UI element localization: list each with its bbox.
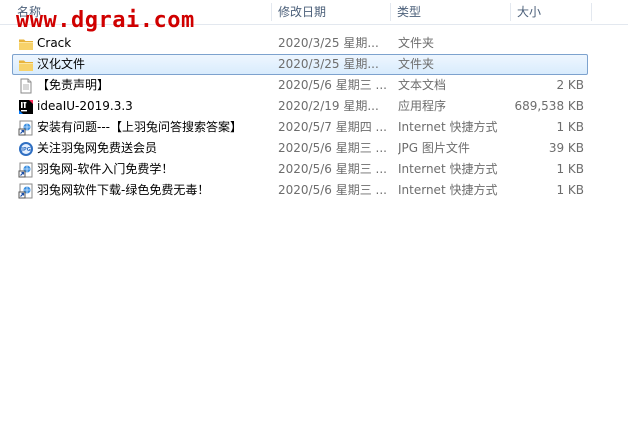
file-row[interactable]: ideaIU-2019.3.3 2020/2/19 星期... 应用程序 689,53… — [12, 96, 588, 117]
file-type: Internet 快捷方式 — [398, 183, 498, 197]
svg-text:JPG: JPG — [20, 147, 31, 153]
file-size: 1 KB — [556, 162, 584, 176]
file-size: 1 KB — [556, 183, 584, 197]
file-type: JPG 图片文件 — [398, 141, 470, 155]
file-row[interactable]: 羽兔网-软件入门免费学！ 2020/5/6 星期三 ... Internet 快捷方… — [12, 159, 588, 180]
column-header-type[interactable]: 类型 — [391, 0, 509, 24]
file-modified-date: 2020/5/6 星期三 ... — [278, 78, 387, 92]
file-name: Crack — [37, 36, 72, 50]
file-type: 应用程序 — [398, 99, 447, 113]
watermark-text: www.dgrai.com — [16, 8, 195, 33]
internet-shortcut-icon — [18, 120, 34, 136]
column-header-size[interactable]: 大小 — [511, 0, 591, 24]
internet-shortcut-icon — [18, 183, 34, 199]
file-name: 羽兔网-软件入门免费学！ — [37, 162, 174, 176]
file-modified-date: 2020/2/19 星期... — [278, 99, 379, 113]
file-type: Internet 快捷方式 — [398, 120, 498, 134]
file-size: 689,538 KB — [514, 99, 584, 113]
file-row[interactable]: 【免责声明】 2020/5/6 星期三 ... 文本文档 2 KB — [12, 75, 588, 96]
column-divider[interactable] — [591, 3, 592, 21]
file-row[interactable]: JPG 关注羽兔网免费送会员 2020/5/6 星期三 ... JPG 图片文件 39 … — [12, 138, 588, 159]
file-modified-date: 2020/5/7 星期四 ... — [278, 120, 387, 134]
internet-shortcut-icon — [18, 162, 34, 178]
file-name: ideaIU-2019.3.3 — [37, 99, 133, 113]
file-type: 文件夹 — [398, 57, 435, 71]
folder-icon — [18, 36, 34, 52]
file-row[interactable]: 羽兔网软件下载-绿色免费无毒！ 2020/5/6 星期三 ... Internet … — [12, 180, 588, 201]
intellij-app-icon — [18, 99, 34, 115]
column-header-date[interactable]: 修改日期 — [272, 0, 390, 24]
file-row[interactable]: 汉化文件 2020/3/25 星期... 文件夹 — [12, 54, 588, 75]
file-modified-date: 2020/5/6 星期三 ... — [278, 162, 387, 176]
file-name: 关注羽兔网免费送会员 — [37, 141, 158, 155]
file-name: 安装有问题---【上羽兔问答搜索答案】 — [37, 120, 242, 134]
file-size — [510, 34, 584, 53]
jpg-image-icon: JPG — [18, 141, 34, 157]
file-name: 汉化文件 — [37, 57, 86, 71]
file-modified-date: 2020/3/25 星期... — [278, 36, 379, 50]
file-name: 羽兔网软件下载-绿色免费无毒！ — [37, 183, 210, 197]
file-modified-date: 2020/5/6 星期三 ... — [278, 183, 387, 197]
file-size: 2 KB — [556, 78, 584, 92]
file-modified-date: 2020/5/6 星期三 ... — [278, 141, 387, 155]
file-size: 1 KB — [556, 120, 584, 134]
file-modified-date: 2020/3/25 星期... — [278, 57, 379, 71]
folder-icon — [18, 57, 34, 73]
file-size — [510, 55, 584, 74]
file-type: 文件夹 — [398, 36, 435, 50]
text-document-icon — [18, 78, 34, 94]
file-name: 【免责声明】 — [37, 78, 110, 92]
file-type: 文本文档 — [398, 78, 447, 92]
file-row[interactable]: 安装有问题---【上羽兔问答搜索答案】 2020/5/7 星期四 ... Inter… — [12, 117, 588, 138]
file-type: Internet 快捷方式 — [398, 162, 498, 176]
file-size: 39 KB — [548, 141, 584, 155]
file-row[interactable]: Crack 2020/3/25 星期... 文件夹 — [12, 33, 588, 54]
